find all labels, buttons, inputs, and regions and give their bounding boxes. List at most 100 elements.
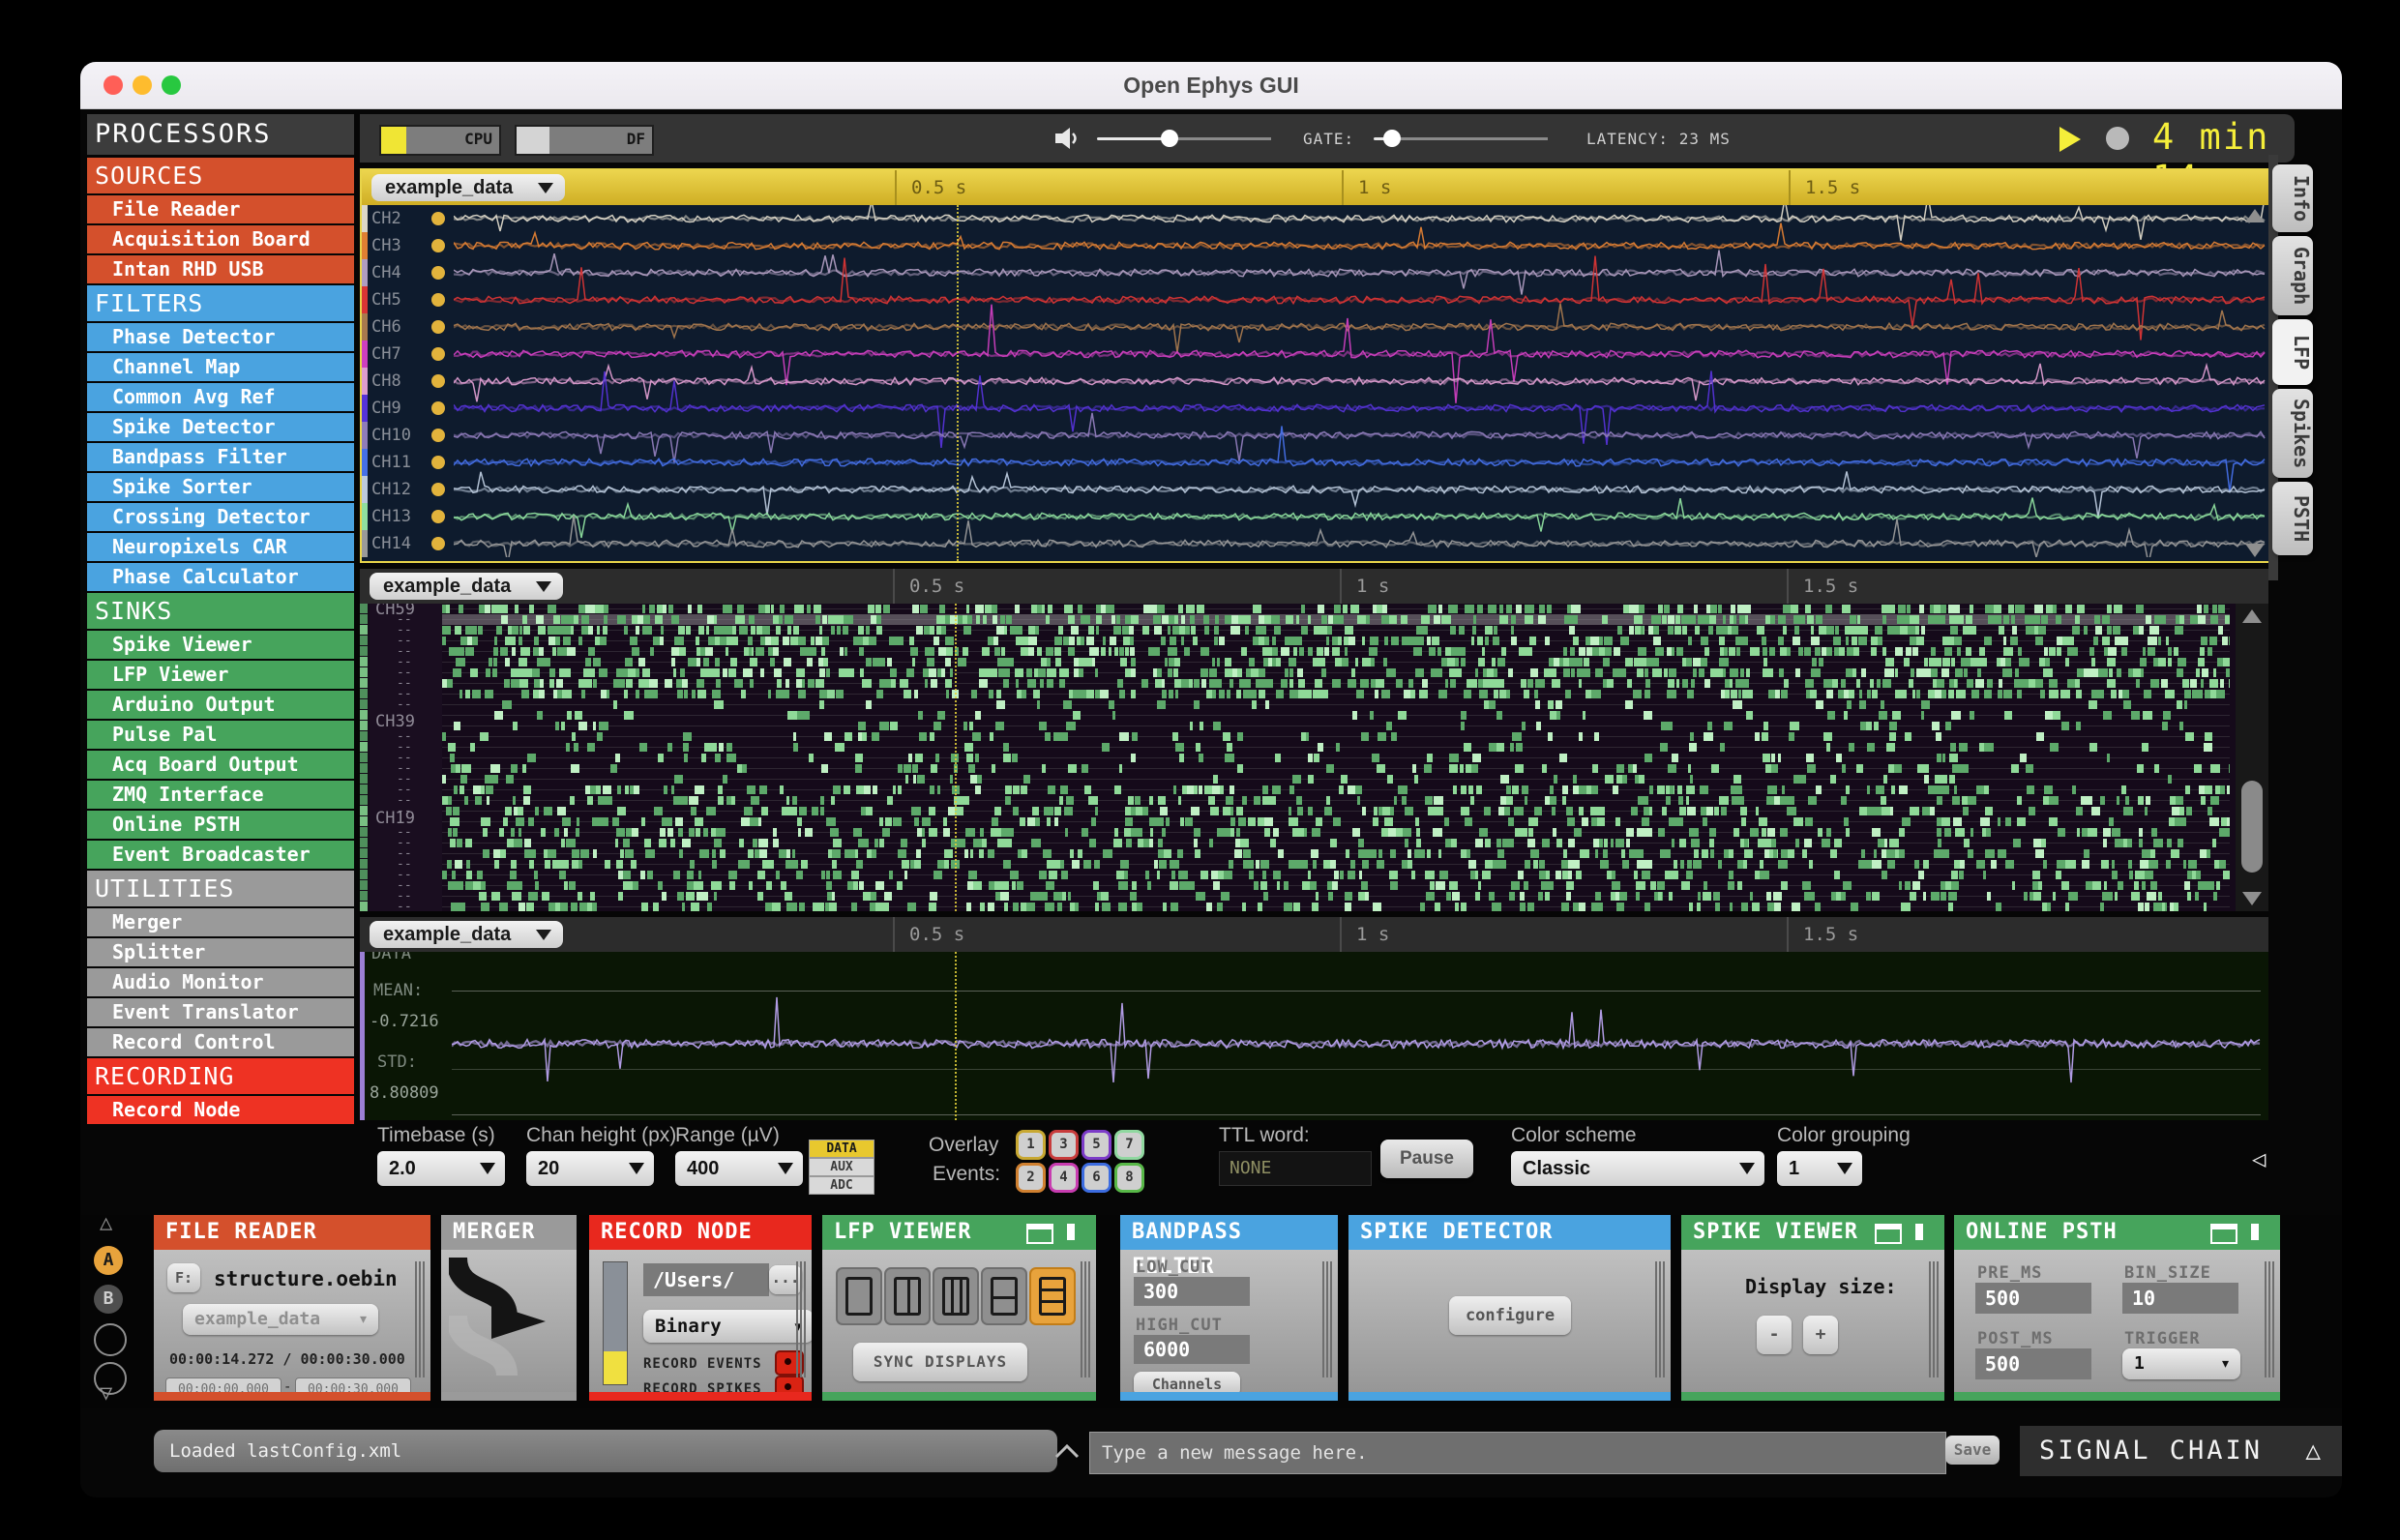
record-format-dropdown[interactable]: Binary▾: [643, 1310, 812, 1343]
pause-button[interactable]: Pause: [1380, 1140, 1473, 1178]
module-title[interactable]: SPIKE VIEWER: [1681, 1215, 1944, 1250]
overlay-event-6[interactable]: 6: [1081, 1163, 1111, 1193]
tab-psth[interactable]: PSTH: [2272, 482, 2313, 555]
sync-displays-button[interactable]: SYNC DISPLAYS: [853, 1343, 1027, 1381]
module-title[interactable]: LFP VIEWER: [822, 1215, 1096, 1250]
channel-event-dot[interactable]: [431, 374, 445, 388]
channel-event-dot[interactable]: [431, 537, 445, 550]
module-record-node[interactable]: RECORD NODE /Users/ ... Binary▾ RECORD E…: [589, 1215, 812, 1401]
gate-slider[interactable]: [1374, 130, 1548, 147]
sidebar-item-spike-sorter[interactable]: Spike Sorter: [87, 473, 354, 501]
channel-event-dot[interactable]: [431, 320, 445, 334]
section-sources[interactable]: SOURCES: [87, 158, 354, 193]
channel-event-dot[interactable]: [431, 266, 445, 280]
module-title[interactable]: RECORD NODE: [589, 1215, 812, 1250]
sidebar-item-arduino-output[interactable]: Arduino Output: [87, 691, 354, 719]
section-filters[interactable]: FILTERS: [87, 285, 354, 321]
sidebar-item-merger[interactable]: Merger: [87, 908, 354, 936]
open-tab-icon[interactable]: [1067, 1224, 1075, 1240]
sidebar-item-event-broadcaster[interactable]: Event Broadcaster: [87, 841, 354, 869]
module-title[interactable]: SPIKE DETECTOR: [1348, 1215, 1671, 1250]
module-drag-handle[interactable]: [1929, 1261, 1939, 1377]
tab-spikes[interactable]: Spikes: [2272, 389, 2313, 478]
channel-event-dot[interactable]: [431, 483, 445, 496]
sidebar-item-phase-detector[interactable]: Phase Detector: [87, 323, 354, 351]
module-merger[interactable]: MERGER: [441, 1215, 577, 1401]
open-tab-icon[interactable]: [2251, 1224, 2259, 1240]
sidebar-item-event-translator[interactable]: Event Translator: [87, 998, 354, 1026]
collapse-controls-icon[interactable]: ◁: [2252, 1145, 2266, 1172]
volume-slider-knob[interactable]: [1161, 130, 1178, 147]
raster-area[interactable]: CH59 CH39 CH19 -- -- -- -- -- -- -- -- -- -- -- -- -…: [360, 604, 2268, 911]
module-spike-detector[interactable]: SPIKE DETECTOR configure: [1348, 1215, 1671, 1401]
aux-stream-button[interactable]: AUX: [809, 1158, 874, 1176]
display-size-increase-button[interactable]: +: [1803, 1316, 1838, 1354]
overlay-event-8[interactable]: 8: [1114, 1163, 1144, 1193]
overlay-event-4[interactable]: 4: [1049, 1163, 1079, 1193]
module-title[interactable]: FILE READER: [154, 1215, 430, 1250]
range-select[interactable]: 400: [675, 1151, 803, 1186]
tab-lfp[interactable]: LFP: [2272, 319, 2313, 385]
sidebar-item-intan-rhd-usb[interactable]: Intan RHD USB: [87, 255, 354, 283]
signal-chain-toggle[interactable]: SIGNAL CHAIN △: [2020, 1426, 2342, 1476]
overlay-event-5[interactable]: 5: [1081, 1130, 1111, 1160]
chevron-up-icon[interactable]: [1053, 1441, 1081, 1461]
adc-stream-button[interactable]: ADC: [809, 1176, 874, 1195]
sidebar-item-pulse-pal[interactable]: Pulse Pal: [87, 721, 354, 749]
stream-select-dropdown[interactable]: example_data ▾: [183, 1304, 378, 1335]
color-scheme-select[interactable]: Classic: [1511, 1151, 1764, 1186]
raster-stream-selector[interactable]: example_data: [370, 573, 563, 600]
overlay-event-7[interactable]: 7: [1114, 1130, 1144, 1160]
message-input[interactable]: [1089, 1432, 1946, 1474]
open-window-icon[interactable]: [2210, 1224, 2237, 1244]
sidebar-item-record-control[interactable]: Record Control: [87, 1028, 354, 1056]
high-cut-field[interactable]: 6000: [1134, 1335, 1250, 1364]
layout-1col-button[interactable]: [836, 1267, 882, 1325]
chan-height-select[interactable]: 20: [526, 1151, 654, 1186]
record-button[interactable]: [2106, 127, 2129, 150]
sidebar-item-phase-calculator[interactable]: Phase Calculator: [87, 563, 354, 591]
save-message-button[interactable]: Save: [1945, 1436, 2000, 1465]
tab-info[interactable]: Info: [2272, 164, 2313, 232]
bin-size-field[interactable]: 10: [2122, 1283, 2238, 1314]
raster-scrollbar[interactable]: [2236, 604, 2268, 911]
scroll-down-icon[interactable]: [2242, 892, 2262, 905]
chain-slot-a[interactable]: A: [94, 1246, 123, 1275]
sidebar-item-neuropixels-car[interactable]: Neuropixels CAR: [87, 533, 354, 561]
scroll-up-icon[interactable]: [2245, 209, 2265, 222]
scroll-down-icon[interactable]: ▽: [100, 1381, 112, 1406]
overlay-event-1[interactable]: 1: [1016, 1130, 1046, 1160]
scroll-up-icon[interactable]: [2242, 609, 2262, 623]
sidebar-item-acquisition-board[interactable]: Acquisition Board: [87, 225, 354, 253]
gate-slider-knob[interactable]: [1383, 130, 1401, 147]
module-file-reader[interactable]: FILE READER F: structure.oebin example_d…: [154, 1215, 430, 1401]
open-window-icon[interactable]: [1026, 1224, 1053, 1244]
file-select-button[interactable]: F:: [167, 1263, 200, 1292]
channel-event-dot[interactable]: [431, 239, 445, 252]
sidebar-item-record-node[interactable]: Record Node: [87, 1096, 354, 1124]
sidebar-item-bandpass-filter[interactable]: Bandpass Filter: [87, 443, 354, 471]
layout-3row-button-selected[interactable]: [1029, 1267, 1076, 1325]
scroll-up-icon[interactable]: △: [100, 1211, 112, 1235]
tab-graph[interactable]: Graph: [2272, 236, 2313, 315]
overlay-event-3[interactable]: 3: [1049, 1130, 1079, 1160]
section-sinks[interactable]: SINKS: [87, 593, 354, 629]
module-title[interactable]: BANDPASS FILTER: [1120, 1215, 1338, 1279]
data-stream-button[interactable]: DATA: [809, 1140, 874, 1158]
display-size-decrease-button[interactable]: -: [1757, 1316, 1792, 1354]
sidebar-item-lfp-viewer[interactable]: LFP Viewer: [87, 661, 354, 689]
section-utilities[interactable]: UTILITIES: [87, 871, 354, 906]
sidebar-item-splitter[interactable]: Splitter: [87, 938, 354, 966]
sidebar-item-audio-monitor[interactable]: Audio Monitor: [87, 968, 354, 996]
scroll-down-icon[interactable]: [2245, 544, 2265, 557]
channel-event-dot[interactable]: [431, 401, 445, 415]
channel-event-dot[interactable]: [431, 293, 445, 307]
module-online-psth[interactable]: ONLINE PSTH PRE_MS 500 BIN_SIZE 10 POST_…: [1954, 1215, 2280, 1401]
lfp-trace-area[interactable]: CH2 CH3 CH4 CH5 CH6 CH7 CH8 CH9 CH10 CH11 CH12 CH13…: [362, 205, 2270, 561]
module-drag-handle[interactable]: [1081, 1261, 1090, 1377]
sidebar-item-crossing-detector[interactable]: Crossing Detector: [87, 503, 354, 531]
sidebar-item-common-avg-ref[interactable]: Common Avg Ref: [87, 383, 354, 411]
pre-ms-field[interactable]: 500: [1975, 1283, 2091, 1314]
channel-event-dot[interactable]: [431, 429, 445, 442]
module-spike-viewer[interactable]: SPIKE VIEWER Display size: - +: [1681, 1215, 1944, 1401]
